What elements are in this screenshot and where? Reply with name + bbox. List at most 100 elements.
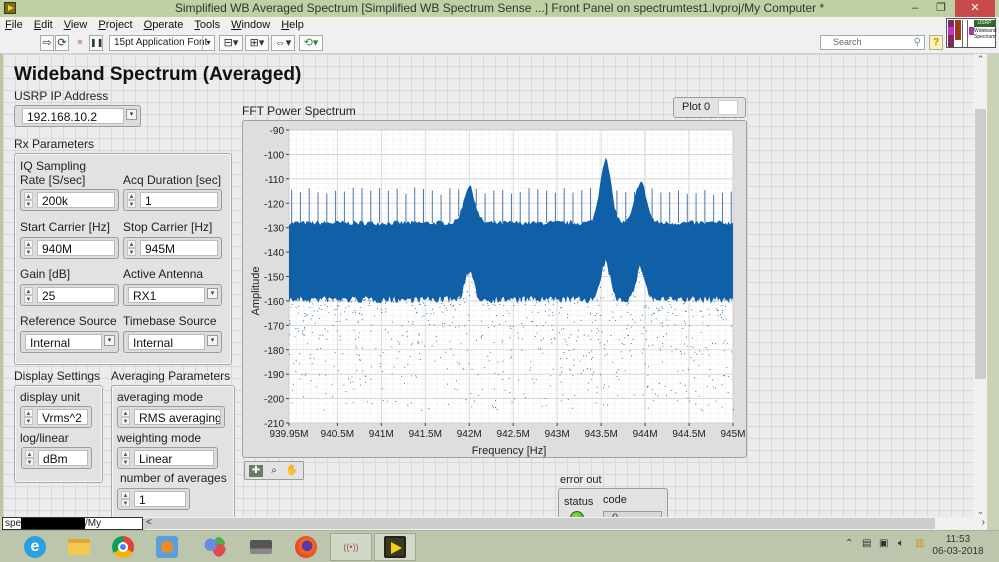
chevron-down-icon[interactable]: ▾ [126, 109, 137, 120]
font-selector[interactable]: 15pt Application Font ▾ [109, 35, 215, 51]
pause-icon[interactable]: ❚❚ [89, 35, 103, 51]
rate-stepper[interactable]: ▲ ▼ [24, 192, 33, 208]
start-carrier-stepper[interactable]: ▲ ▼ [24, 240, 33, 256]
menu-window[interactable]: Window [231, 19, 270, 31]
timebase-source-control[interactable]: Internal ▾ [123, 331, 222, 353]
number-of-averages-field[interactable]: 1 [134, 491, 186, 507]
show-hidden-icons[interactable]: ⌃ [845, 538, 853, 549]
tray-display-icon[interactable]: ▤ [862, 538, 871, 549]
menu-view[interactable]: View [64, 19, 88, 31]
usrp-ip-field[interactable]: 192.168.10.2 [22, 108, 124, 124]
menu-edit[interactable]: Edit [34, 19, 53, 31]
plot-legend[interactable]: Plot 0 [673, 97, 746, 118]
display-unit-stepper[interactable]: ▲ ▼ [24, 409, 33, 425]
taskbar-usrp-config[interactable]: ((•)) [330, 533, 372, 561]
start-carrier-control[interactable]: ▲ ▼ 940M [20, 237, 119, 259]
weighting-mode-field[interactable]: Linear [134, 450, 214, 466]
taskbar-firefox[interactable] [285, 533, 327, 561]
averaging-mode-stepper[interactable]: ▲ ▼ [121, 409, 130, 425]
taskbar-media-player[interactable] [146, 533, 188, 561]
averaging-mode-field[interactable]: RMS averaging [134, 409, 221, 425]
scatter-point [308, 298, 310, 300]
menu-tools[interactable]: Tools [194, 19, 220, 31]
taskbar-network-tool[interactable] [194, 533, 236, 561]
gain-stepper[interactable]: ▲ ▼ [24, 287, 33, 303]
gain-field[interactable]: 25 [37, 287, 115, 303]
log-linear-control[interactable]: ▲ ▼ dBm [21, 447, 92, 469]
vertical-scroll-thumb[interactable] [975, 109, 986, 379]
gain-control[interactable]: ▲ ▼ 25 [20, 284, 119, 306]
display-unit-control[interactable]: ▲ ▼ Vrms^2 [20, 406, 92, 428]
weighting-mode-stepper[interactable]: ▲ ▼ [121, 450, 130, 466]
timebase-source-field[interactable]: Internal [128, 334, 205, 350]
active-antenna-field[interactable]: RX1 [128, 287, 205, 303]
maximize-button[interactable]: ❐ [927, 0, 955, 17]
weighting-mode-control[interactable]: ▲ ▼ Linear [117, 447, 218, 469]
reference-source-control[interactable]: Internal ▾ [20, 331, 119, 353]
pan-tool-icon[interactable]: ✋ [285, 465, 299, 477]
stop-carrier-stepper[interactable]: ▲ ▼ [127, 240, 136, 256]
menu-file[interactable]: File [5, 19, 23, 31]
run-continuously-icon[interactable]: ⟳ [55, 35, 69, 51]
chevron-down-icon[interactable]: ▾ [207, 335, 218, 346]
context-help-button[interactable]: ? [929, 35, 943, 50]
acq-duration-field[interactable]: 1 [140, 192, 218, 208]
display-unit-field[interactable]: Vrms^2 [37, 409, 88, 425]
log-linear-field[interactable]: dBm [38, 450, 88, 466]
distribute-objects-icon[interactable]: ⊞▾ [245, 35, 269, 51]
search-input[interactable]: Search ⚲ [820, 35, 925, 50]
plot-legend-name: Plot 0 [682, 101, 711, 113]
scroll-up-icon[interactable]: ⌃ [974, 54, 987, 65]
tray-network-icon[interactable]: ▣ [879, 538, 888, 549]
wifi-warning-icon[interactable]: ▥ [915, 538, 924, 549]
number-of-averages-stepper[interactable]: ▲ ▼ [121, 491, 130, 507]
scroll-left-icon[interactable]: < [146, 517, 152, 528]
taskbar-laptop-settings[interactable] [240, 533, 282, 561]
scatter-point [684, 302, 685, 304]
align-objects-icon[interactable]: ⊟▾ [219, 35, 243, 51]
reference-source-field[interactable]: Internal [25, 334, 102, 350]
close-button[interactable]: ✕ [955, 0, 995, 17]
minimize-button[interactable]: ‒ [901, 0, 929, 17]
taskbar-chrome[interactable] [102, 533, 144, 561]
rate-control[interactable]: ▲ ▼ 200k [20, 189, 119, 211]
scatter-point [297, 330, 299, 332]
plot-legend-swatch[interactable] [718, 100, 738, 115]
menu-operate[interactable]: Operate [144, 19, 184, 31]
scroll-right-icon[interactable]: › [982, 517, 985, 528]
usrp-ip-control[interactable]: 192.168.10.2 ▾ [14, 105, 141, 127]
reorder-icon[interactable]: ⟲▾ [299, 35, 323, 51]
chevron-down-icon[interactable]: ▾ [104, 335, 115, 346]
stop-carrier-control[interactable]: ▲ ▼ 945M [123, 237, 222, 259]
taskbar-internet-explorer[interactable]: e [14, 533, 56, 561]
taskbar-clock[interactable]: 11:53 06-03-2018 [928, 534, 988, 558]
horizontal-scroll-thumb[interactable] [145, 518, 935, 529]
acq-duration-control[interactable]: ▲ ▼ 1 [123, 189, 222, 211]
scroll-down-icon[interactable]: ⌄ [974, 506, 987, 517]
zoom-tool-icon[interactable]: ⌕ [267, 465, 281, 477]
rate-field[interactable]: 200k [37, 192, 115, 208]
cursor-tool-icon[interactable]: ✚ [249, 465, 263, 477]
stop-carrier-field[interactable]: 945M [140, 240, 218, 256]
start-carrier-field[interactable]: 940M [37, 240, 115, 256]
abort-icon[interactable]: ● [73, 35, 87, 51]
acq-duration-stepper[interactable]: ▲ ▼ [127, 192, 136, 208]
scatter-point [662, 326, 663, 327]
search-icon[interactable]: ⚲ [914, 36, 921, 49]
horizontal-scrollbar[interactable]: › [145, 517, 987, 530]
vertical-scrollbar[interactable]: ⌃ ⌄ [974, 54, 987, 517]
chevron-down-icon[interactable]: ▾ [207, 288, 218, 299]
active-antenna-control[interactable]: RX1 ▾ [123, 284, 222, 306]
volume-icon[interactable]: 🔈︎ [898, 538, 904, 549]
scatter-point [655, 393, 656, 395]
number-of-averages-control[interactable]: ▲ ▼ 1 [117, 488, 190, 510]
run-arrow-icon[interactable]: ⇨ [40, 35, 54, 51]
log-linear-stepper[interactable]: ▲ ▼ [25, 450, 34, 466]
menu-project[interactable]: Project [98, 19, 132, 31]
taskbar-labview[interactable] [374, 533, 416, 561]
taskbar-file-explorer[interactable] [58, 533, 100, 561]
menu-help[interactable]: Help [281, 19, 304, 31]
averaging-mode-control[interactable]: ▲ ▼ RMS averaging [117, 406, 225, 428]
resize-objects-icon[interactable]: ⇔▾ [271, 35, 295, 51]
scatter-point [379, 297, 381, 298]
